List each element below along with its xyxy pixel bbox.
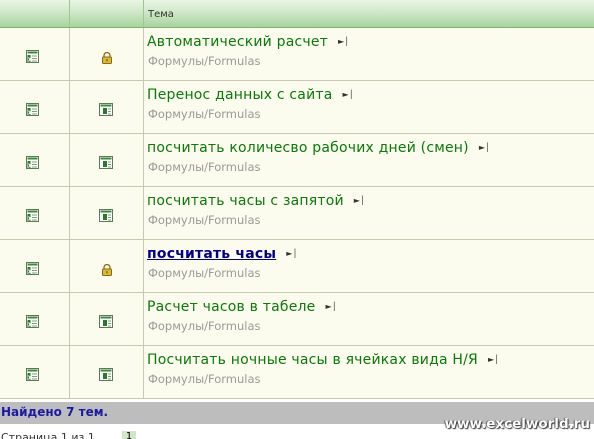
topic-title: посчитать количесво рабочих дней (смен) <box>147 140 469 156</box>
excel-file-icon: x <box>26 101 39 117</box>
file-type-cell: x <box>0 240 70 292</box>
status-cell <box>70 134 144 186</box>
file-type-cell: x <box>0 293 70 345</box>
svg-text:x: x <box>28 162 33 170</box>
table-row: x посчитать часы с запятой ►│ Формулы/Formu… <box>0 187 594 240</box>
topic-category: Формулы/Formulas <box>148 160 261 174</box>
lock-icon <box>101 261 113 276</box>
topic-title: посчитать часы с запятой <box>147 193 344 209</box>
table-row: x посчитать часы ►│ Формулы/Formulas <box>0 240 594 293</box>
topic-category: Формулы/Formulas <box>148 107 261 121</box>
arrow-right-icon[interactable]: ►│ <box>286 249 297 258</box>
topic-category: Формулы/Formulas <box>148 266 261 280</box>
excel-file-icon: x <box>26 154 39 170</box>
topic-title: Посчитать ночные часы в ячейках вида Н/Я <box>147 352 478 368</box>
topic-title-link[interactable]: посчитать часы ►│ <box>147 246 298 262</box>
excel-file-icon: x <box>26 260 39 276</box>
status-cell <box>70 346 144 398</box>
table-row: x Автоматический расчет ►│ Формулы/Formulas <box>0 28 594 81</box>
status-cell <box>70 240 144 292</box>
header-status-column <box>70 0 144 27</box>
arrow-right-icon[interactable]: ►│ <box>338 37 349 46</box>
topic-category: Формулы/Formulas <box>148 372 261 386</box>
excel-file-icon: x <box>26 313 39 329</box>
excel-file-icon: x <box>26 207 39 223</box>
topic-title-link[interactable]: Автоматический расчет ►│ <box>147 34 349 50</box>
svg-text:x: x <box>28 321 33 329</box>
topic-title-link[interactable]: Посчитать ночные часы в ячейках вида Н/Я… <box>147 352 499 368</box>
file-type-cell: x <box>0 81 70 133</box>
page-link-current[interactable]: 1 <box>122 431 136 439</box>
status-cell <box>70 28 144 80</box>
topic-title: Расчет часов в табеле <box>147 299 316 315</box>
topic-title: Автоматический расчет <box>147 34 329 50</box>
svg-text:x: x <box>28 215 33 223</box>
pagination: Страница 1 из 1 1 <box>0 431 594 439</box>
status-cell <box>70 293 144 345</box>
topic-category: Формулы/Formulas <box>148 319 261 333</box>
topic-title-link[interactable]: посчитать часы с запятой ►│ <box>147 193 365 209</box>
topic-category: Формулы/Formulas <box>148 213 261 227</box>
arrow-right-icon[interactable]: ►│ <box>479 143 490 152</box>
status-cell <box>70 187 144 239</box>
topic-icon <box>99 101 113 116</box>
svg-text:x: x <box>28 374 33 382</box>
arrow-right-icon[interactable]: ►│ <box>354 196 365 205</box>
svg-text:x: x <box>28 109 33 117</box>
excel-file-icon: x <box>26 366 39 382</box>
file-type-cell: x <box>0 346 70 398</box>
svg-text:x: x <box>28 56 33 64</box>
svg-text:x: x <box>28 268 33 276</box>
arrow-right-icon[interactable]: ►│ <box>343 90 354 99</box>
excel-file-icon: x <box>26 48 39 64</box>
table-row: x Посчитать ночные часы в ячейках вида Н/… <box>0 346 594 399</box>
file-type-cell: x <box>0 187 70 239</box>
topic-icon <box>99 313 113 328</box>
file-type-cell: x <box>0 28 70 80</box>
topic-icon <box>99 207 113 222</box>
table-row: x Расчет часов в табеле ►│ Формулы/Formulas <box>0 293 594 346</box>
arrow-right-icon[interactable]: ►│ <box>325 302 336 311</box>
header-topic-label: Тема <box>148 9 174 20</box>
file-type-cell: x <box>0 134 70 186</box>
table-row: x Перенос данных с сайта ►│ Формулы/Formula… <box>0 81 594 134</box>
found-count: Найдено 7 тем. <box>1 405 109 419</box>
topic-icon <box>99 366 113 381</box>
results-footer: Найдено 7 тем. www.excelworld.ru <box>0 402 594 432</box>
page-label: Страница 1 из 1 <box>1 431 95 439</box>
topic-title-link[interactable]: Перенос данных с сайта ►│ <box>147 87 354 103</box>
topic-title: Перенос данных с сайта <box>147 87 333 103</box>
topic-category: Формулы/Formulas <box>148 54 261 68</box>
topic-list: x Автоматический расчет ►│ Формулы/Formulas… <box>0 28 594 399</box>
lock-icon <box>101 49 113 64</box>
arrow-right-icon[interactable]: ►│ <box>488 355 499 364</box>
header-icon-column <box>0 0 70 27</box>
table-row: x посчитать количесво рабочих дней (смен)… <box>0 134 594 187</box>
topic-title: посчитать часы <box>147 246 277 262</box>
site-watermark: www.excelworld.ru <box>444 416 590 432</box>
topic-title-link[interactable]: посчитать количесво рабочих дней (смен) ►… <box>147 140 490 156</box>
topic-icon <box>99 154 113 169</box>
status-cell <box>70 81 144 133</box>
topic-title-link[interactable]: Расчет часов в табеле ►│ <box>147 299 337 315</box>
table-header: Тема <box>0 0 594 28</box>
